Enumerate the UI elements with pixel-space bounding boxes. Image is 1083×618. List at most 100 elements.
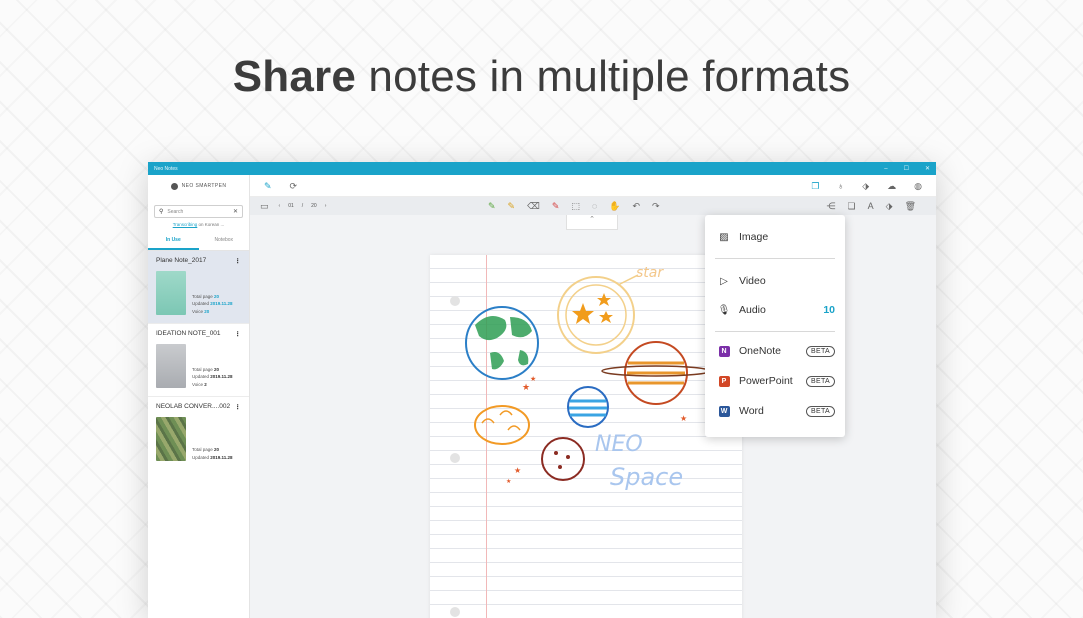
trash-icon[interactable]: 🗑 [905, 201, 916, 211]
svg-text:NEO: NEO [595, 432, 643, 457]
beta-badge: BETA [806, 346, 835, 357]
marker-icon[interactable]: ✎ [552, 201, 560, 211]
share-menu: ▨ Image ▷ Video 🎙 Audio 10 N OneNote BET… [705, 215, 845, 437]
sidebar: NEO SMARTPEN ⚲ Search ✕ Transcribing on … [148, 175, 250, 618]
pen-tool-icon[interactable]: ✎ [488, 201, 496, 211]
close-button[interactable]: ✕ [925, 166, 930, 172]
collapse-toolbar-button[interactable]: ⌃ [566, 215, 618, 230]
share-powerpoint-label: PowerPoint [739, 375, 806, 387]
notebook-item[interactable]: Plane Note_2017 ⋮ Total page 20 Updated 2… [148, 251, 249, 324]
clear-search-icon[interactable]: ✕ [233, 208, 238, 215]
space-doodle: star ★ ★ ★ ★ ★ NE [430, 255, 742, 618]
share-image-item[interactable]: ▨ Image [717, 226, 835, 248]
sync-icon[interactable]: ⟳ [290, 181, 298, 191]
notebook-title: NEOLAB CONVER....002 [156, 403, 230, 411]
top-toolbar: ✎ ⟳ ❐ ♁ ⬗ ☁ ◍ [250, 175, 936, 197]
notebook-item[interactable]: IDEATION NOTE_001 ⋮ Total page 20 Updated… [148, 324, 249, 397]
highlighter-icon[interactable]: ✎ [508, 201, 516, 211]
tab-in-use[interactable]: In Use [148, 233, 199, 250]
lasso-icon[interactable]: ◌ [592, 201, 597, 211]
image-icon: ▨ [717, 232, 731, 243]
page-actions: ⋲ ❏ A ⬗ 🗑 [827, 201, 916, 211]
prev-page-button[interactable]: ‹ [279, 203, 281, 209]
notebook-meta: Total page 20 Updated 2019.11.28 Voice 2 [192, 366, 233, 389]
svg-text:★: ★ [680, 414, 687, 423]
brand-logo-icon [171, 183, 178, 190]
more-icon[interactable]: ⋮ [235, 403, 242, 411]
share-icon[interactable]: ⋲ [827, 201, 836, 211]
svg-text:★: ★ [506, 478, 511, 485]
onenote-icon: N [719, 346, 730, 357]
panel-toggle-icon[interactable]: ▭ [260, 201, 269, 211]
audio-count: 10 [823, 304, 835, 316]
search-input[interactable]: ⚲ Search ✕ [154, 205, 243, 218]
svg-text:★: ★ [514, 466, 521, 475]
powerpoint-icon: P [719, 376, 730, 387]
copy-icon[interactable]: ❐ [811, 181, 819, 191]
headline-bold: Share [233, 52, 356, 101]
svg-text:★: ★ [530, 375, 536, 383]
notebook-cover [156, 271, 186, 315]
share-audio-label: Audio [739, 304, 823, 316]
tab-notebox[interactable]: Notebox [199, 233, 250, 250]
window-title: Neo Notes [154, 166, 178, 172]
notebook-meta: Total page 20 Updated 2019.11.28 [192, 446, 233, 461]
select-icon[interactable]: ⬚ [571, 201, 580, 211]
svg-text:star: star [636, 265, 664, 281]
text-icon[interactable]: A [868, 201, 874, 211]
current-page[interactable]: 01 [288, 203, 294, 209]
microphone-icon: 🎙 [717, 305, 731, 316]
play-icon: ▷ [717, 276, 731, 287]
pager: ‹ 01 / 20 › [279, 203, 327, 209]
notebook-title: Plane Note_2017 [156, 257, 206, 265]
share-audio-item[interactable]: 🎙 Audio 10 [717, 299, 835, 321]
share-onenote-label: OneNote [739, 345, 806, 357]
minimize-button[interactable]: – [884, 166, 887, 172]
notebook-cover [156, 344, 186, 388]
transcribe-status: Transcribing on Korean ... [148, 222, 249, 227]
share-video-label: Video [739, 275, 835, 287]
menu-divider [715, 258, 835, 259]
svg-text:★: ★ [522, 382, 530, 392]
more-icon[interactable]: ⋮ [235, 257, 242, 265]
page-separator: / [302, 203, 303, 209]
transcribe-link[interactable]: Transcribing [173, 222, 198, 227]
svg-text:Space: Space [610, 463, 683, 491]
headline: Share notes in multiple formats [0, 52, 1083, 102]
more-icon[interactable]: ⋮ [235, 330, 242, 338]
total-pages: 20 [311, 203, 317, 209]
transcribe-text: on Korean ... [197, 222, 224, 227]
cloud-icon[interactable]: ☁ [887, 181, 896, 191]
brand: NEO SMARTPEN [148, 175, 249, 197]
hand-icon[interactable]: ✋ [609, 201, 620, 211]
sidebar-tabs: In Use Notebox [148, 233, 249, 251]
notebook-title: IDEATION NOTE_001 [156, 330, 221, 338]
share-word-item[interactable]: W Word BETA [717, 400, 835, 422]
bulb-icon[interactable]: ♁ [837, 181, 844, 191]
notebook-item[interactable]: NEOLAB CONVER....002 ⋮ Total page 20 Upda… [148, 397, 249, 469]
brand-name: NEO SMARTPEN [182, 183, 227, 189]
share-word-label: Word [739, 405, 806, 417]
undo-icon[interactable]: ↶ [632, 201, 640, 211]
headline-rest: notes in multiple formats [356, 52, 850, 101]
eraser-icon[interactable]: ⌫ [527, 201, 540, 211]
search-icon: ⚲ [159, 208, 163, 215]
page-toolbar: ▭ ‹ 01 / 20 › ✎ ✎ ⌫ ✎ ⬚ ◌ ✋ ↶ ↷ ⋲ ❏ [250, 197, 936, 215]
duplicate-icon[interactable]: ❏ [848, 201, 856, 211]
share-video-item[interactable]: ▷ Video [717, 270, 835, 292]
tag-icon[interactable]: ⬗ [862, 181, 869, 191]
notebook-meta: Total page 20 Updated 2019.11.28 Voice 2… [192, 293, 233, 316]
globe-icon[interactable]: ◍ [914, 181, 922, 191]
beta-badge: BETA [806, 376, 835, 387]
pen-icon[interactable]: ✎ [264, 181, 272, 191]
note-page: star ★ ★ ★ ★ ★ NE [430, 255, 742, 618]
beta-badge: BETA [806, 406, 835, 417]
next-page-button[interactable]: › [325, 203, 327, 209]
label-icon[interactable]: ⬗ [886, 201, 893, 211]
drawing-tools: ✎ ✎ ⌫ ✎ ⬚ ◌ ✋ ↶ ↷ [488, 201, 660, 211]
share-onenote-item[interactable]: N OneNote BETA [717, 340, 835, 362]
maximize-button[interactable]: ☐ [904, 166, 909, 172]
notebook-cover [156, 417, 186, 461]
share-powerpoint-item[interactable]: P PowerPoint BETA [717, 370, 835, 392]
redo-icon[interactable]: ↷ [652, 201, 660, 211]
